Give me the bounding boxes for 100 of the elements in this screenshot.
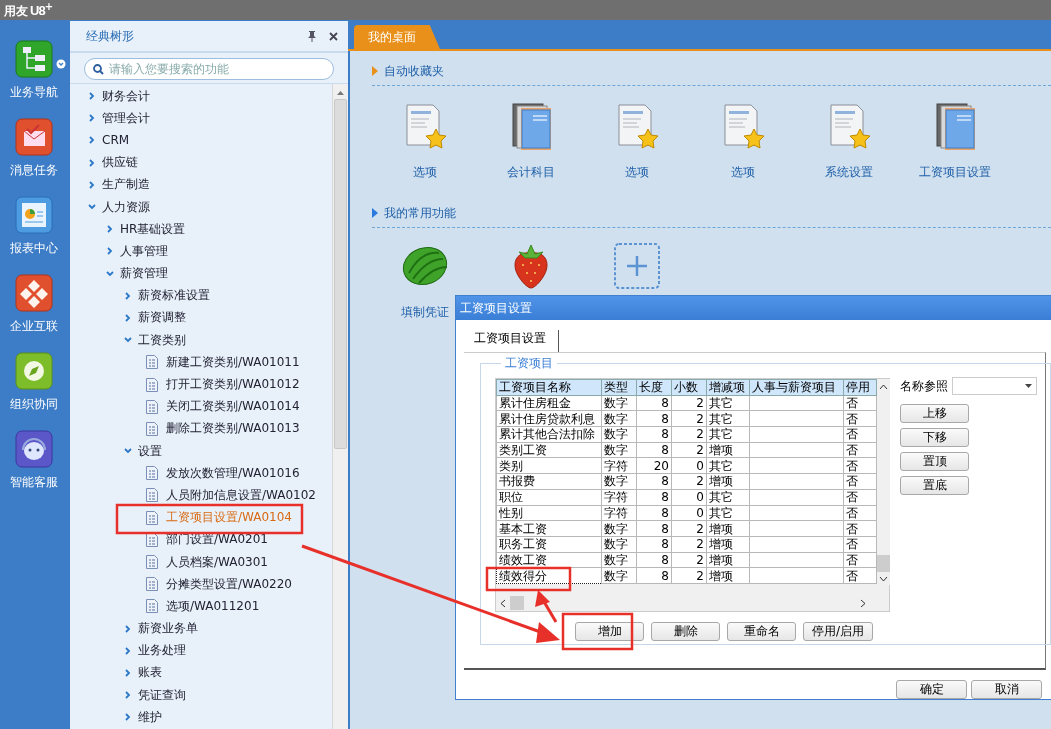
tree-item[interactable]: 分摊类型设置/WA0220 xyxy=(166,575,292,593)
chevron-right-icon[interactable] xyxy=(124,313,132,322)
shortcut-label[interactable]: 填制凭证 xyxy=(401,304,449,321)
tree-item[interactable]: 人力资源 xyxy=(102,198,150,216)
tree-item[interactable]: 发放次数管理/WA01016 xyxy=(166,464,300,482)
move-button[interactable]: 下移 xyxy=(900,428,969,447)
search-field[interactable]: 请输入您要搜索的功能 xyxy=(84,58,334,80)
dropdown-field[interactable] xyxy=(952,377,1037,395)
column-header[interactable]: 工资项目名称 xyxy=(496,379,602,396)
tree-item[interactable]: 薪资业务单 xyxy=(138,620,198,638)
chevron-down-icon[interactable] xyxy=(124,447,132,456)
chevron-right-icon[interactable] xyxy=(124,691,132,700)
nav-label[interactable]: 消息任务 xyxy=(10,162,58,179)
books-icon[interactable] xyxy=(933,102,977,150)
tree-item[interactable]: 删除工资类别/WA01013 xyxy=(166,420,300,438)
move-button[interactable]: 置顶 xyxy=(900,452,969,471)
tree-item[interactable]: 财务会计 xyxy=(102,87,150,105)
tree-item[interactable]: 业务处理 xyxy=(138,642,186,660)
shortcut-label[interactable]: 系统设置 xyxy=(825,164,873,181)
tree-item[interactable]: HR基础设置 xyxy=(120,220,186,238)
tree-item[interactable]: 供应链 xyxy=(102,154,138,172)
column-header[interactable]: 人事与薪资项目 xyxy=(749,379,844,396)
tree-item[interactable]: 账表 xyxy=(138,664,162,682)
scroll-left-icon[interactable] xyxy=(500,598,506,608)
action-button[interactable]: 增加 xyxy=(575,622,644,641)
tree-item[interactable]: CRM xyxy=(102,133,130,148)
tree-item[interactable]: 薪资调整 xyxy=(138,309,186,327)
tree-item[interactable]: 薪资管理 xyxy=(120,265,168,283)
scroll-thumb[interactable] xyxy=(877,555,890,572)
tree-item[interactable]: 选项/WA011201 xyxy=(166,597,260,615)
chevron-down-icon[interactable] xyxy=(88,203,96,212)
nav-label[interactable]: 报表中心 xyxy=(10,240,58,257)
scrollbar[interactable] xyxy=(332,84,348,729)
close-icon[interactable] xyxy=(329,31,338,41)
tree-item[interactable]: 薪资标准设置 xyxy=(138,287,210,305)
chevron-right-icon[interactable] xyxy=(124,291,132,300)
document-star-icon[interactable] xyxy=(403,103,447,149)
chevron-right-icon[interactable] xyxy=(88,158,96,167)
tree-item[interactable]: 人事管理 xyxy=(120,242,168,260)
move-button[interactable]: 上移 xyxy=(900,404,969,423)
chevron-right-icon[interactable] xyxy=(124,646,132,655)
shortcut-label[interactable]: 工资项目设置 xyxy=(919,164,991,181)
dialog-tab[interactable]: 工资项目设置 xyxy=(474,330,559,352)
chevron-down-icon[interactable] xyxy=(124,336,132,345)
tree-item[interactable]: 管理会计 xyxy=(102,109,150,127)
vertical-scrollbar[interactable] xyxy=(877,379,890,585)
move-button[interactable]: 置底 xyxy=(900,476,969,495)
shortcut-label[interactable]: 选项 xyxy=(413,164,437,181)
nav-label[interactable]: 智能客服 xyxy=(10,474,58,491)
nav-label[interactable]: 企业互联 xyxy=(10,318,58,335)
document-star-icon[interactable] xyxy=(615,103,659,149)
shortcut-label[interactable]: 会计科目 xyxy=(507,164,555,181)
tree-item[interactable]: 关闭工资类别/WA01014 xyxy=(166,398,300,416)
nav-label[interactable]: 组织协同 xyxy=(10,396,58,413)
chevron-right-icon[interactable] xyxy=(106,225,114,234)
document-star-icon[interactable] xyxy=(827,103,871,149)
scroll-right-icon[interactable] xyxy=(860,598,866,608)
scroll-up-icon[interactable] xyxy=(337,90,344,95)
watermelon-icon[interactable] xyxy=(401,245,449,287)
tree-item[interactable]: 新建工资类别/WA01011 xyxy=(166,353,300,371)
tree-item[interactable]: 维护 xyxy=(138,708,162,726)
column-header[interactable]: 长度 xyxy=(636,379,672,396)
pin-icon[interactable] xyxy=(307,30,317,42)
action-button[interactable]: 重命名 xyxy=(727,622,796,641)
tree-item[interactable]: 工资类别 xyxy=(138,331,186,349)
chevron-right-icon[interactable] xyxy=(124,668,132,677)
books-icon[interactable] xyxy=(509,102,553,150)
chevron-down-icon[interactable] xyxy=(106,269,114,278)
action-button[interactable]: 删除 xyxy=(651,622,720,641)
nav-label[interactable]: 业务导航 xyxy=(10,84,58,101)
document-star-icon[interactable] xyxy=(721,103,765,149)
chevron-right-icon[interactable] xyxy=(88,92,96,101)
tree-item[interactable]: 打开工资类别/WA01012 xyxy=(166,376,300,394)
dialog-button[interactable]: 确定 xyxy=(896,680,967,699)
column-header[interactable]: 增减项 xyxy=(706,379,750,396)
scroll-down-icon[interactable] xyxy=(879,576,888,582)
dropdown-icon[interactable] xyxy=(56,59,66,69)
shortcut-label[interactable]: 选项 xyxy=(625,164,649,181)
table-cell: 数字 xyxy=(601,426,637,443)
chevron-right-icon[interactable] xyxy=(88,136,96,145)
chevron-right-icon[interactable] xyxy=(124,624,132,633)
tree-item[interactable]: 设置 xyxy=(138,442,162,460)
column-header[interactable]: 类型 xyxy=(601,379,637,396)
chevron-right-icon[interactable] xyxy=(88,114,96,123)
caret-icon[interactable] xyxy=(1025,384,1032,388)
add-icon[interactable] xyxy=(614,243,660,289)
column-header[interactable]: 小数 xyxy=(671,379,707,396)
chevron-right-icon[interactable] xyxy=(88,180,96,189)
chevron-right-icon[interactable] xyxy=(124,713,132,722)
shortcut-label[interactable]: 选项 xyxy=(731,164,755,181)
action-button[interactable]: 停用/启用 xyxy=(803,622,873,641)
table-cell: 数字 xyxy=(601,410,637,427)
scroll-up-icon[interactable] xyxy=(879,384,888,390)
column-header[interactable]: 停用 xyxy=(843,379,877,396)
tree-item[interactable]: 人员档案/WA0301 xyxy=(166,553,268,571)
tree-item[interactable]: 凭证查询 xyxy=(138,686,186,704)
tree-item[interactable]: 人员附加信息设置/WA0102 xyxy=(166,486,316,504)
chevron-right-icon[interactable] xyxy=(106,247,114,256)
tree-item[interactable]: 生产制造 xyxy=(102,176,150,194)
dialog-button[interactable]: 取消 xyxy=(971,680,1042,699)
